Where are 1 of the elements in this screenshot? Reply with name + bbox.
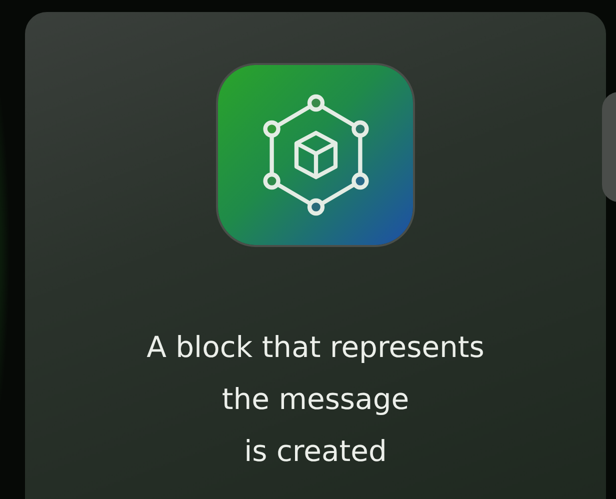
caption-text: A block that represents the message is created [146, 329, 484, 470]
